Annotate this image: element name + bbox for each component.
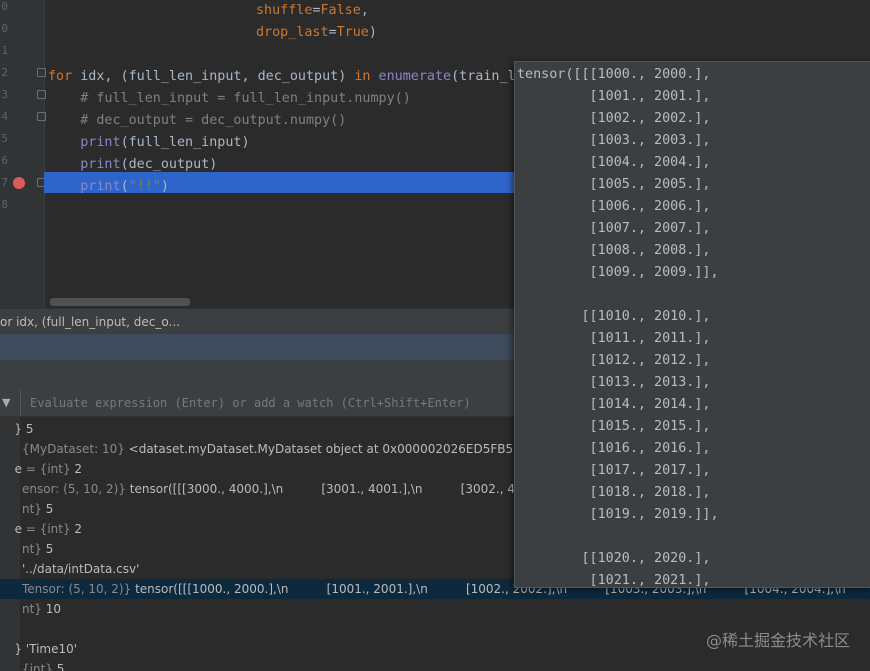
divider [20, 389, 21, 416]
code-token: , [360, 3, 369, 18]
line-number: 0 [1, 22, 8, 35]
variable-type: Tensor: (5, 10, 2)} [22, 582, 132, 596]
code-token: print [80, 135, 121, 150]
code-line[interactable]: print(dec_output) [48, 154, 217, 176]
code-line[interactable]: drop_last=True) [256, 22, 377, 44]
code-line[interactable]: for idx, (full_len_input, dec_output) in… [48, 66, 516, 88]
variable-name: e [14, 462, 22, 476]
tensor-value-text: tensor([[[1000., 2000.], [1001., 2001.],… [517, 67, 719, 588]
fold-marker-icon[interactable] [37, 90, 46, 99]
line-number: 8 [1, 198, 8, 211]
code-token: idx, (full_len_input, dec_output) [80, 69, 355, 84]
variable-name: } [14, 422, 22, 436]
line-number: 5 [1, 132, 8, 145]
variable-type: nt} [22, 502, 42, 516]
variable-value: 5 [41, 542, 54, 556]
variable-value: <dataset.myDataset.MyDataset object at 0… [124, 442, 531, 456]
variable-name: e [14, 522, 22, 536]
code-token: # full_len_input = full_len_input.numpy(… [48, 91, 411, 106]
code-token: drop_last [256, 25, 329, 40]
variable-name: } [14, 642, 22, 656]
code-token: ) [160, 179, 169, 194]
variable-value: 'Time10' [22, 642, 78, 656]
line-number: 0 [1, 0, 8, 13]
variable-value: 5 [22, 422, 34, 436]
line-number: 4 [1, 110, 8, 123]
horizontal-scrollbar[interactable] [50, 298, 190, 306]
variable-type: ensor: (5, 10, 2)} [22, 482, 126, 496]
code-token: = [328, 25, 337, 40]
code-token: ) [368, 25, 377, 40]
variable-type: {int} [22, 662, 53, 671]
line-number: 7 [1, 176, 8, 189]
code-token: shuffle [256, 3, 313, 18]
breakpoint-icon[interactable] [13, 177, 25, 189]
variable-type: = {int} [22, 522, 71, 536]
variable-type: = {int} [22, 462, 71, 476]
line-number: 6 [1, 154, 8, 167]
line-number: 2 [1, 66, 8, 79]
variable-type: nt} [22, 602, 42, 616]
variable-value: tensor([[[3000., 4000.],\n [3001., 4001.… [125, 482, 562, 496]
variable-value: 2 [70, 522, 83, 536]
code-token: (full_len_input) [120, 135, 250, 150]
variable-value: '../data/intData.csv' [22, 562, 140, 576]
variable-type: {MyDataset: 10} [22, 442, 125, 456]
variable-type: nt} [22, 542, 42, 556]
fold-marker-icon[interactable] [37, 68, 46, 77]
code-token: = [312, 3, 321, 18]
code-token: in [354, 69, 379, 84]
variable-row[interactable]: {int} 5 [0, 659, 870, 671]
watermark: @稀土掘金技术社区 [705, 631, 850, 650]
code-token: False [320, 3, 361, 18]
variable-row[interactable]: nt} 10 [0, 599, 870, 619]
code-token: True [336, 25, 369, 40]
code-line[interactable]: print(full_len_input) [48, 132, 250, 154]
value-tooltip-popup: tensor([[[1000., 2000.], [1001., 2001.],… [514, 61, 870, 588]
code-token: ( [120, 179, 129, 194]
code-token: "!!" [128, 179, 161, 194]
variable-value: 5 [52, 662, 65, 671]
expand-arrow-icon[interactable]: ▼ [2, 396, 10, 409]
variable-value: 10 [41, 602, 62, 616]
editor-gutter[interactable]: 0 0 1 2 3 4 5 6 7 8 [0, 0, 46, 308]
code-token: # dec_output = dec_output.numpy() [48, 113, 347, 128]
code-line[interactable]: # dec_output = dec_output.numpy() [48, 110, 346, 132]
code-line[interactable]: print("!!") [48, 176, 169, 198]
code-token: (dec_output) [120, 157, 218, 172]
line-number: 3 [1, 88, 8, 101]
code-token: print [80, 157, 121, 172]
code-line[interactable]: # full_len_input = full_len_input.numpy(… [48, 88, 411, 110]
code-token: enumerate [378, 69, 452, 84]
breadcrumb[interactable]: or idx, (full_len_input, dec_o... [0, 309, 180, 335]
fold-marker-icon[interactable] [37, 112, 46, 121]
variable-value: 5 [41, 502, 54, 516]
code-line[interactable]: shuffle=False, [256, 0, 369, 22]
variable-value: 2 [70, 462, 83, 476]
code-token: for [48, 69, 81, 84]
line-number: 1 [1, 44, 8, 57]
code-token: (train_l [451, 69, 516, 84]
code-token: print [80, 179, 121, 194]
